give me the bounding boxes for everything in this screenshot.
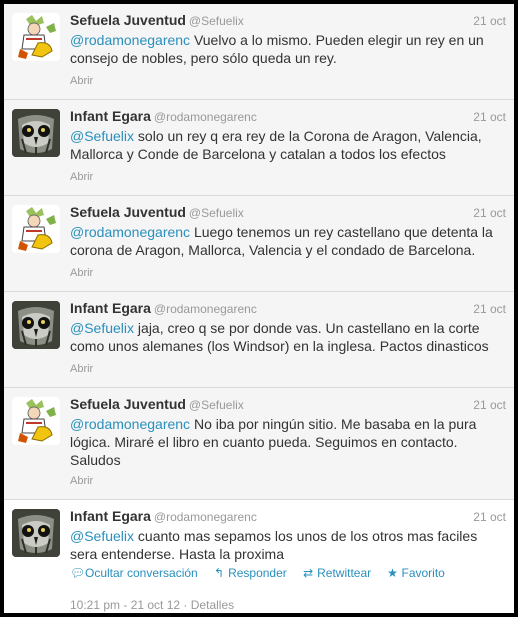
tweet-header: Infant Egara @rodamonegarenc 21 oct	[70, 508, 506, 526]
star-icon: ★	[387, 566, 398, 580]
mention-link[interactable]: @rodamonegarenc	[70, 416, 190, 432]
retweet-label: Retwittear	[317, 566, 372, 580]
avatar[interactable]	[12, 13, 60, 61]
tweet[interactable]: Sefuela Juventud @Sefuelix 21 oct @rodamo…	[4, 196, 514, 292]
expand-link[interactable]: Abrir	[70, 267, 93, 279]
full-timestamp[interactable]: 10:21 pm - 21 oct 12	[70, 598, 180, 612]
reply-label: Responder	[228, 566, 287, 580]
avatar[interactable]	[12, 205, 60, 253]
tweet-text: @Sefuelix cuanto mas sepamos los unos de…	[70, 527, 502, 563]
author-name[interactable]: Sefuela Juventud	[70, 396, 186, 412]
mention-link[interactable]: @Sefuelix	[70, 320, 134, 336]
tweet-time[interactable]: 21 oct	[473, 510, 506, 524]
expand-link[interactable]: Abrir	[70, 75, 93, 87]
author-username[interactable]: @rodamonegarenc	[154, 302, 257, 316]
tweet-text: @rodamonegarenc Vuelvo a lo mismo. Puede…	[70, 31, 502, 67]
tweet-time[interactable]: 21 oct	[473, 302, 506, 316]
avatar[interactable]	[12, 109, 60, 157]
tweet[interactable]: Sefuela Juventud @Sefuelix 21 oct @rodamo…	[4, 388, 514, 500]
author-username[interactable]: @Sefuelix	[189, 14, 244, 28]
speech-bubble-icon: 💬︎	[70, 566, 86, 580]
tweet-time[interactable]: 21 oct	[473, 110, 506, 124]
tweet-time[interactable]: 21 oct	[473, 206, 506, 220]
conversation-window: Sefuela Juventud @Sefuelix 21 oct @rodamo…	[0, 0, 518, 617]
author-username[interactable]: @Sefuelix	[189, 398, 244, 412]
author-username[interactable]: @rodamonegarenc	[154, 110, 257, 124]
tweet-header: Sefuela Juventud @Sefuelix 21 oct	[70, 396, 506, 414]
mention-link[interactable]: @Sefuelix	[70, 528, 134, 544]
author-name[interactable]: Infant Egara	[70, 508, 151, 524]
tweet-header: Sefuela Juventud @Sefuelix 21 oct	[70, 12, 506, 30]
expand-link[interactable]: Abrir	[70, 363, 93, 375]
author-name[interactable]: Infant Egara	[70, 108, 151, 124]
retweet-button[interactable]: ⇄ Retwittear	[302, 566, 371, 580]
author-username[interactable]: @Sefuelix	[189, 206, 244, 220]
tweet-header: Sefuela Juventud @Sefuelix 21 oct	[70, 204, 506, 222]
hide-conversation-label: Ocultar conversación	[85, 566, 198, 580]
tweet-time[interactable]: 21 oct	[473, 398, 506, 412]
tweet-text: @Sefuelix jaja, creo q se por donde vas.…	[70, 319, 502, 355]
tweet-text: @rodamonegarenc No iba por ningún sitio.…	[70, 415, 502, 469]
avatar[interactable]	[12, 397, 60, 445]
tweet-time[interactable]: 21 oct	[473, 14, 506, 28]
author-name[interactable]: Sefuela Juventud	[70, 12, 186, 28]
mention-link[interactable]: @Sefuelix	[70, 128, 134, 144]
author-name[interactable]: Infant Egara	[70, 300, 151, 316]
tweet-text: @Sefuelix solo un rey q era rey de la Co…	[70, 127, 502, 163]
mention-link[interactable]: @rodamonegarenc	[70, 32, 190, 48]
tweet-header: Infant Egara @rodamonegarenc 21 oct	[70, 108, 506, 126]
tweet-text: @rodamonegarenc Luego tenemos un rey cas…	[70, 223, 502, 259]
tweet-header: Infant Egara @rodamonegarenc 21 oct	[70, 300, 506, 318]
tweet-actions: 💬︎Ocultar conversación ↰ Responder ⇄ Retwi…	[70, 566, 457, 580]
author-name[interactable]: Sefuela Juventud	[70, 204, 186, 220]
tweet[interactable]: Infant Egara @rodamonegarenc 21 oct @Sefu…	[4, 100, 514, 196]
favorite-button[interactable]: ★ Favorito	[387, 566, 445, 580]
focused-tweet[interactable]: Infant Egara @rodamonegarenc 21 oct @Sefu…	[4, 500, 514, 613]
tweet[interactable]: Sefuela Juventud @Sefuelix 21 oct @rodamo…	[4, 4, 514, 100]
mention-link[interactable]: @rodamonegarenc	[70, 224, 190, 240]
meta-separator: ·	[183, 598, 188, 612]
tweet[interactable]: Infant Egara @rodamonegarenc 21 oct @Sefu…	[4, 292, 514, 388]
reply-button[interactable]: ↰ Responder	[213, 566, 287, 580]
author-username[interactable]: @rodamonegarenc	[154, 510, 257, 524]
reply-arrow-icon: ↰	[214, 566, 225, 580]
retweet-icon: ⇄	[303, 566, 314, 580]
avatar[interactable]	[12, 509, 60, 557]
expand-link[interactable]: Abrir	[70, 475, 93, 487]
hide-conversation-button[interactable]: 💬︎Ocultar conversación	[70, 566, 198, 580]
tweet-meta: 10:21 pm - 21 oct 12 · Detalles	[70, 598, 234, 612]
details-link[interactable]: Detalles	[191, 598, 234, 612]
expand-link[interactable]: Abrir	[70, 171, 93, 183]
avatar[interactable]	[12, 301, 60, 349]
favorite-label: Favorito	[401, 566, 445, 580]
